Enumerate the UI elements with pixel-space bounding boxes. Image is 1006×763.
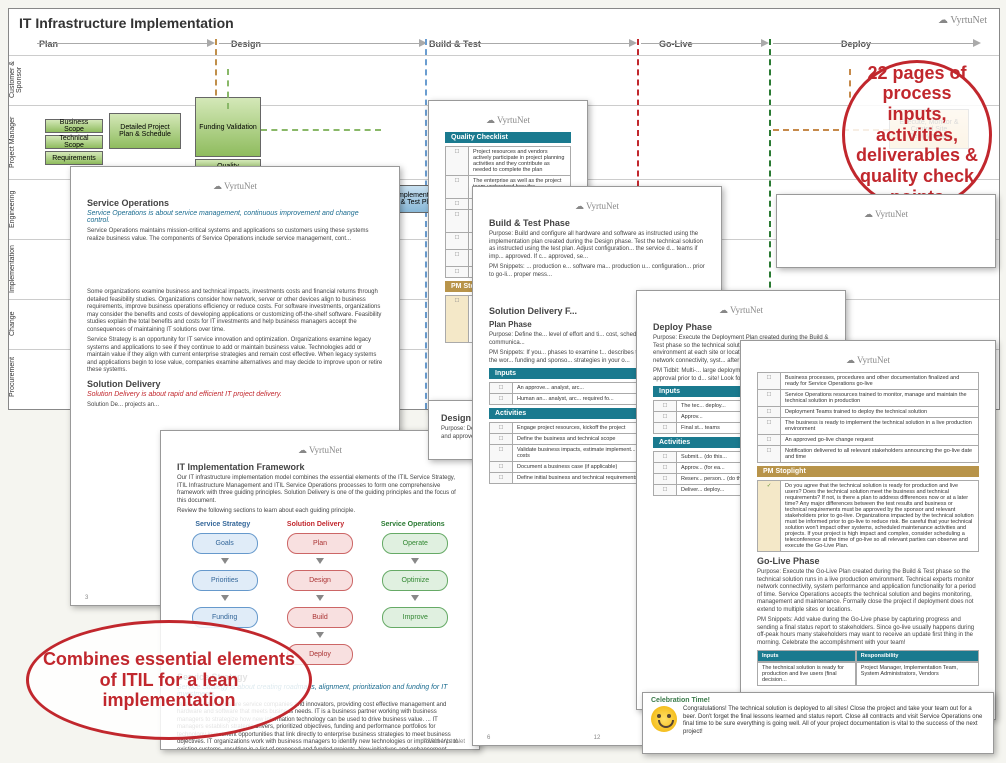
phase-deploy: Deploy <box>841 39 871 53</box>
svc-ops-p1: Service Operations maintains mission-cri… <box>87 228 383 243</box>
celebrate-p: Congratulations! The technical solution … <box>683 706 985 736</box>
page-logo: VyrtuNet <box>489 201 705 212</box>
page-logo: VyrtuNet <box>793 209 979 220</box>
pm-stop2-h: PM Stoplight <box>757 466 979 477</box>
lane-sponsor: Customer & Sponsor <box>9 55 33 105</box>
golive-pm: PM Snippets: Add value during the Go-Liv… <box>757 617 979 647</box>
pill-build: Build <box>287 607 353 628</box>
bt-purpose: Purpose: Build and configure all hardwar… <box>489 231 705 261</box>
quality-h: Quality Checklist <box>445 132 571 143</box>
callout-pages: 22 pages of process inputs, activities, … <box>842 60 992 210</box>
pill-priorities: Priorities <box>192 570 258 591</box>
golive-purpose: Purpose: Execute the Go-Live Plan create… <box>757 569 979 614</box>
sol-del-p: Solution De... projects an... <box>87 402 383 410</box>
lane-eng: Engineering <box>9 179 33 239</box>
box-technical-scope: Technical Scope <box>45 135 103 149</box>
phase-build: Build & Test <box>429 39 481 53</box>
bt-h: Build & Test Phase <box>489 218 705 228</box>
svc-ops-sub: Service Operations is about service mana… <box>87 210 383 224</box>
framework-p1: Our IT infrastructure implementation mod… <box>177 475 463 505</box>
pill-optimize: Optimize <box>382 570 448 591</box>
svc-ops-p3: Service Strategy is an opportunity for I… <box>87 337 383 375</box>
pill-goals: Goals <box>192 533 258 554</box>
pill-plan: Plan <box>287 533 353 554</box>
phase-design: Design <box>231 39 261 53</box>
deploy-h: Deploy Phase <box>653 322 829 332</box>
pill-design: Design <box>287 570 353 591</box>
callout-itil: Combines essential elements of ITIL for … <box>26 620 312 740</box>
phase-golive: Go-Live <box>659 39 693 53</box>
lane-change: Change <box>9 299 33 349</box>
sol-del-sub: Solution Delivery is about rapid and eff… <box>87 391 383 398</box>
diagram-title: IT Infrastructure Implementation <box>19 15 234 31</box>
celebrate-h: Celebration Time! <box>651 697 985 704</box>
page-logo: VyrtuNet <box>177 445 463 456</box>
golive-h: Go-Live Phase <box>757 556 979 566</box>
pill-improve: Improve <box>382 607 448 628</box>
box-requirements: Requirements <box>45 151 103 165</box>
svc-ops-p2: Some organizations examine business and … <box>87 289 383 334</box>
bt-pm: PM Snippets: ... production e... softwar… <box>489 264 705 279</box>
page-logo: VyrtuNet <box>757 355 979 366</box>
col-ss: Service Strategy <box>195 521 250 528</box>
page-ops-ready: VyrtuNet Business processes, procedures … <box>740 340 996 720</box>
lane-proc: Procurement <box>9 349 33 405</box>
brand-logo: VyrtuNet <box>938 15 987 26</box>
lane-pm: Project Manager <box>9 105 33 179</box>
pill-operate: Operate <box>382 533 448 554</box>
smile-icon <box>651 706 677 732</box>
col-sd: Solution Delivery <box>287 521 344 528</box>
svc-ops-heading: Service Operations <box>87 198 383 208</box>
page-logo: VyrtuNet <box>87 181 383 192</box>
col-so: Service Operations <box>381 521 445 528</box>
box-detailed-plan: Detailed Project Plan & Schedule <box>109 113 181 149</box>
page-brand-card: VyrtuNet <box>776 194 996 268</box>
page-celebration: Celebration Time! Congratulations! The t… <box>642 692 994 754</box>
sol-del-heading: Solution Delivery <box>87 379 383 389</box>
page-logo: VyrtuNet <box>445 115 571 126</box>
framework-p2: Review the following sections to learn a… <box>177 508 463 516</box>
box-business-scope: Business Scope <box>45 119 103 133</box>
page-logo: VyrtuNet <box>653 305 829 316</box>
lane-impl: Implementation <box>9 239 33 299</box>
phase-plan: Plan <box>39 39 58 53</box>
framework-h: IT Implementation Framework <box>177 462 463 472</box>
